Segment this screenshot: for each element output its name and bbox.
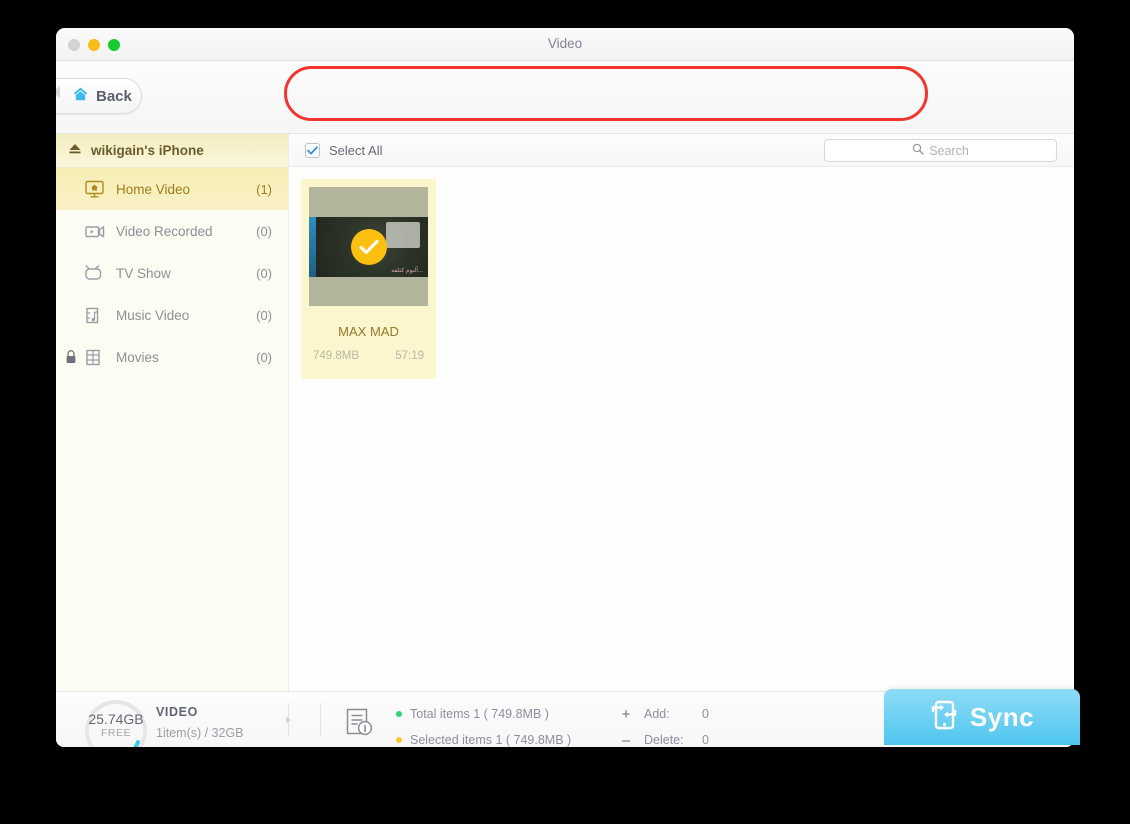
- storage-info: VIDEO 1item(s) / 32GB: [156, 705, 244, 740]
- music-video-icon: [84, 306, 110, 325]
- total-items-row: Total items 1 ( 749.8MB ): [396, 706, 571, 722]
- eject-icon[interactable]: [68, 142, 82, 160]
- storage-kind: VIDEO: [156, 705, 198, 719]
- sidebar-item-movies[interactable]: Movies (0): [56, 336, 288, 378]
- search-placeholder: Search: [929, 143, 969, 158]
- sidebar-label-video-recorded: Video Recorded: [116, 223, 213, 239]
- toolbar: Back Export: [56, 61, 1074, 165]
- home-video-icon: [84, 180, 110, 199]
- back-arrow-icon: [56, 86, 60, 98]
- delete-value: 0: [702, 733, 709, 747]
- tv-icon: [84, 264, 110, 283]
- sidebar-item-music-video[interactable]: Music Video (0): [56, 294, 288, 336]
- sidebar-item-video-recorded[interactable]: Video Recorded (0): [56, 210, 288, 252]
- search-input[interactable]: Search: [824, 139, 1057, 162]
- sidebar-item-home-video[interactable]: Home Video (1): [56, 168, 288, 210]
- content-panel: Select All Search آلبوم کنلفه... MAX MAD…: [289, 134, 1074, 691]
- thumbnail-caption: آلبوم کنلفه...: [391, 268, 423, 274]
- storage-ring-text: 25.74GB FREE: [78, 711, 154, 739]
- device-row[interactable]: wikigain's iPhone: [56, 134, 288, 168]
- delete-label: Delete:: [644, 733, 684, 747]
- back-label: Back: [96, 87, 132, 105]
- video-grid: آلبوم کنلفه... MAX MAD 749.8MB 57:19: [289, 167, 1074, 379]
- device-sync-icon: [930, 699, 958, 736]
- expand-arrow-icon[interactable]: [286, 716, 291, 724]
- select-all-checkbox[interactable]: [305, 142, 320, 158]
- storage-count: 1item(s) / 32GB: [156, 726, 244, 740]
- sidebar-label-movies: Movies: [116, 349, 159, 365]
- screen-root: Video Back wikigain's iPhone Home Video …: [0, 0, 1130, 824]
- add-value: 0: [702, 707, 709, 721]
- sidebar-count-movies: (0): [256, 349, 272, 365]
- storage-free-label: FREE: [100, 727, 131, 739]
- film-strip-icon: [84, 348, 110, 367]
- lock-icon: [64, 349, 78, 370]
- sidebar-count-music-video: (0): [256, 307, 272, 323]
- add-delete-counters: + Add: 0 – Delete: 0: [616, 705, 709, 748]
- delete-counter-row: – Delete: 0: [616, 731, 709, 748]
- back-button[interactable]: Back: [56, 78, 142, 114]
- selected-items-dot: [396, 737, 402, 743]
- camcorder-icon: [84, 223, 110, 240]
- sidebar-label-music-video: Music Video: [116, 307, 190, 323]
- minus-icon: –: [621, 731, 631, 748]
- sidebar: wikigain's iPhone Home Video (1) Video R…: [56, 134, 289, 691]
- video-meta: 749.8MB 57:19: [301, 350, 436, 362]
- title-bar: Video: [56, 28, 1074, 61]
- add-label: Add:: [644, 707, 670, 721]
- sync-button[interactable]: Sync: [884, 689, 1080, 745]
- sidebar-label-tv-show: TV Show: [116, 265, 171, 281]
- app-window: Video Back wikigain's iPhone Home Video …: [56, 28, 1074, 747]
- video-card[interactable]: آلبوم کنلفه... MAX MAD 749.8MB 57:19: [301, 179, 436, 379]
- video-title: MAX MAD: [338, 324, 399, 339]
- video-size: 749.8MB: [313, 350, 360, 362]
- sidebar-label-home-video: Home Video: [116, 181, 191, 197]
- status-divider-right: [320, 703, 321, 737]
- home-icon: [72, 86, 89, 107]
- window-title: Video: [547, 36, 583, 51]
- sidebar-item-tv-show[interactable]: TV Show (0): [56, 252, 288, 294]
- storage-free-value: 25.74GB: [88, 711, 144, 727]
- window-body: wikigain's iPhone Home Video (1) Video R…: [56, 134, 1074, 691]
- total-items-label: Total items 1 ( 749.8MB ): [410, 707, 549, 721]
- sidebar-count-home-video: (1): [256, 181, 272, 197]
- video-thumbnail[interactable]: آلبوم کنلفه...: [309, 187, 428, 306]
- sidebar-count-video-recorded: (0): [256, 223, 272, 239]
- total-items-dot: [396, 711, 402, 717]
- select-all-label: Select All: [329, 142, 383, 158]
- video-duration: 57:19: [395, 350, 424, 362]
- selected-items-label: Selected items 1 ( 749.8MB ): [410, 733, 572, 747]
- content-header: Select All Search: [289, 134, 1074, 167]
- items-summary: Total items 1 ( 749.8MB ) Selected items…: [396, 706, 571, 747]
- add-counter-row: + Add: 0: [616, 705, 709, 723]
- sidebar-count-tv-show: (0): [256, 265, 272, 281]
- device-name: wikigain's iPhone: [91, 143, 204, 158]
- search-icon: [912, 142, 924, 160]
- sync-label: Sync: [969, 701, 1035, 732]
- plus-icon: +: [621, 705, 631, 723]
- selected-items-row: Selected items 1 ( 749.8MB ): [396, 732, 571, 747]
- document-info-icon: [344, 707, 374, 742]
- selected-check-badge[interactable]: [350, 228, 387, 265]
- storage-ring: 25.74GB FREE: [78, 697, 154, 747]
